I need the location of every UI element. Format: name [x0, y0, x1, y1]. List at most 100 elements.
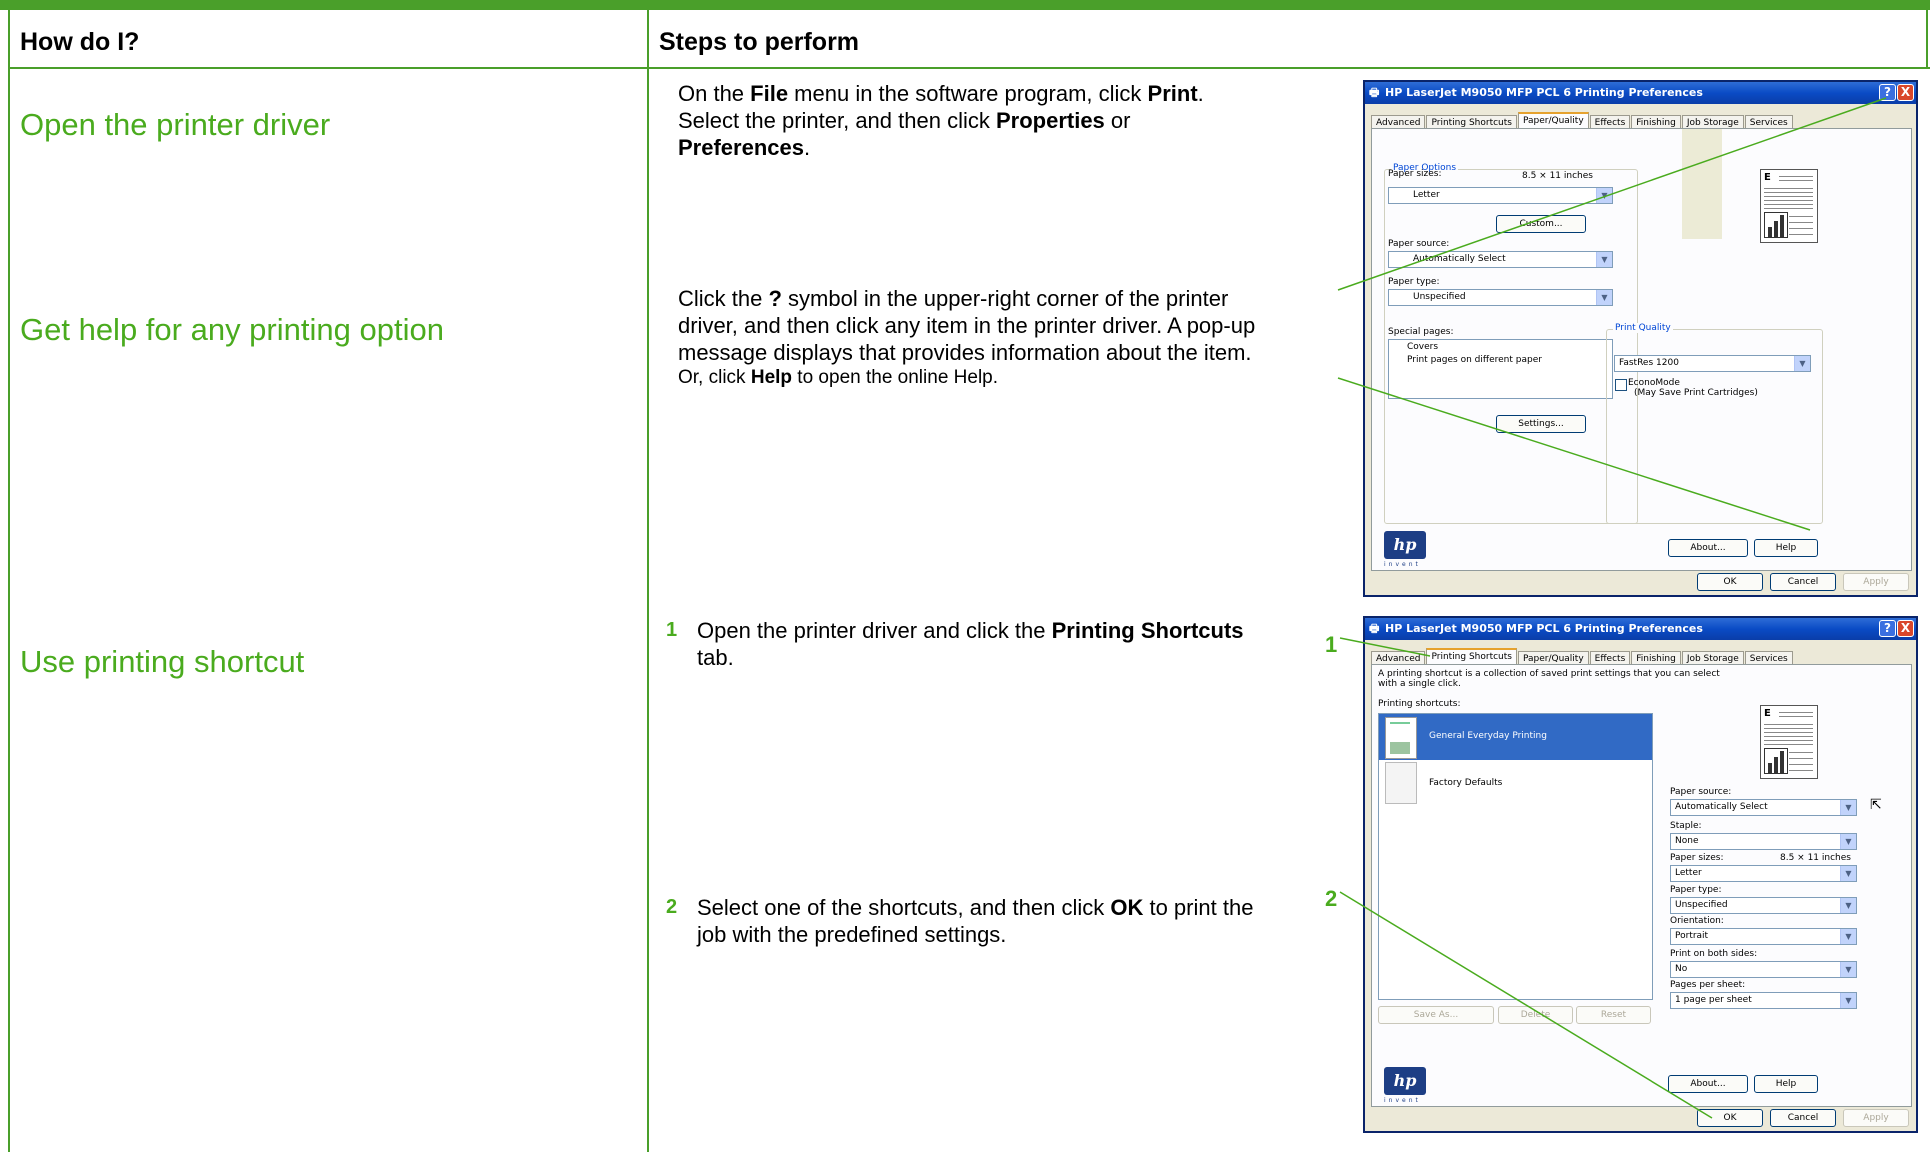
- economode-sublabel: (May Save Print Cartridges): [1634, 388, 1758, 398]
- preview-shade: [1682, 129, 1722, 239]
- chevron-down-icon: ▼: [1596, 188, 1612, 203]
- help-line4: Or, click Help to open the online Help.: [678, 367, 999, 388]
- shortcut-item-selected[interactable]: General Everyday Printing: [1379, 714, 1652, 760]
- help-question-icon[interactable]: ?: [1879, 620, 1896, 637]
- special-pages-label: Special pages:: [1388, 327, 1454, 337]
- step1-text: Open the printer driver and click the Pr…: [697, 618, 1244, 670]
- field-label-paper-sizes: Paper sizes:: [1670, 853, 1724, 863]
- print-both-sides-select[interactable]: No ▼: [1670, 961, 1857, 978]
- paper-source-label: Paper source:: [1388, 239, 1450, 249]
- chevron-down-icon: ▼: [1840, 866, 1856, 881]
- settings-button[interactable]: Settings...: [1496, 415, 1586, 433]
- get-help-steps: Click the ? symbol in the upper-right co…: [678, 285, 1338, 390]
- tab-panel: Paper Options Paper sizes: 8.5 × 11 inch…: [1371, 128, 1912, 571]
- apply-button[interactable]: Apply: [1843, 573, 1909, 591]
- chart-thumbnail-icon: [1764, 748, 1788, 774]
- chevron-down-icon: ▼: [1840, 834, 1856, 849]
- open-driver-line1: On the File menu in the software program…: [678, 81, 1204, 106]
- print-quality-select[interactable]: FastRes 1200 ▼: [1614, 355, 1811, 372]
- cancel-button[interactable]: Cancel: [1770, 1109, 1836, 1127]
- document-thumbnail-icon: [1385, 717, 1417, 759]
- help-line3: message displays that provides informati…: [678, 340, 1252, 365]
- help-question-icon[interactable]: ?: [1879, 84, 1896, 101]
- chevron-down-icon: ▼: [1840, 962, 1856, 977]
- economode-checkbox[interactable]: [1615, 379, 1627, 391]
- field-label-orientation: Orientation:: [1670, 916, 1724, 926]
- mouse-cursor-icon: ⇱: [1870, 797, 1882, 813]
- open-driver-line3: Preferences.: [678, 135, 811, 160]
- help-button[interactable]: Help: [1754, 539, 1818, 557]
- step2-number: 2: [666, 896, 678, 918]
- close-icon[interactable]: X: [1897, 620, 1914, 637]
- paper-source-select[interactable]: Automatically Select ▼: [1670, 799, 1857, 816]
- help-line2: driver, and then click any item in the p…: [678, 313, 1256, 338]
- printer-icon: 🖶: [1369, 622, 1380, 635]
- help-button[interactable]: Help: [1754, 1075, 1818, 1093]
- chevron-down-icon: ▼: [1840, 993, 1856, 1008]
- document-thumbnail-icon: [1385, 762, 1417, 804]
- chevron-down-icon: ▼: [1596, 252, 1612, 267]
- open-driver-steps: On the File menu in the software program…: [678, 80, 1318, 161]
- dialog-tabs: Advanced Printing Shortcuts Paper/Quality E…: [1371, 648, 1910, 667]
- special-page-item[interactable]: Print pages on different paper: [1407, 355, 1542, 365]
- chevron-down-icon: ▼: [1840, 800, 1856, 815]
- col2-header: Steps to perform: [659, 28, 860, 56]
- callout-1: 1: [1325, 632, 1338, 657]
- printing-preferences-dialog-paper-quality: 🖶 HP LaserJet M9050 MFP PCL 6 Printing P…: [1363, 80, 1918, 597]
- top-rule: [0, 0, 1930, 10]
- dialog-title-bar: 🖶 HP LaserJet M9050 MFP PCL 6 Printing P…: [1365, 618, 1916, 640]
- help-line1: Click the ? symbol in the upper-right co…: [678, 286, 1229, 311]
- save-as-button[interactable]: Save As...: [1378, 1006, 1494, 1024]
- shortcut-item[interactable]: Factory Defaults: [1379, 762, 1652, 806]
- chart-thumbnail-icon: [1764, 212, 1788, 238]
- special-pages-list[interactable]: Covers Print pages on different paper: [1388, 339, 1613, 399]
- step1-number: 1: [666, 619, 678, 641]
- paper-sizes-label: Paper sizes:: [1388, 169, 1442, 179]
- page-preview: E: [1760, 705, 1818, 779]
- tab-panel: A printing shortcut is a collection of s…: [1371, 664, 1912, 1107]
- field-label-pages-per-sheet: Pages per sheet:: [1670, 980, 1746, 990]
- hp-invent-text: invent: [1384, 1097, 1421, 1104]
- paper-size-select[interactable]: Letter ▼: [1670, 865, 1857, 882]
- apply-button[interactable]: Apply: [1843, 1109, 1909, 1127]
- ok-button[interactable]: OK: [1697, 1109, 1763, 1127]
- print-quality-label: Print Quality: [1613, 323, 1673, 333]
- hp-logo: hp: [1384, 1067, 1426, 1095]
- chevron-down-icon: ▼: [1596, 290, 1612, 305]
- shortcuts-label: Printing shortcuts:: [1378, 699, 1461, 709]
- paper-source-select[interactable]: Automatically Select ▼: [1388, 251, 1613, 268]
- hp-logo: hp: [1384, 531, 1426, 559]
- paper-type-select[interactable]: Unspecified ▼: [1670, 897, 1857, 914]
- custom-button[interactable]: Custom...: [1496, 215, 1586, 233]
- special-page-item[interactable]: Covers: [1407, 342, 1438, 352]
- right-border: [1926, 10, 1928, 69]
- step2-text: Select one of the shortcuts, and then cl…: [697, 895, 1254, 947]
- shortcuts-description-1: A printing shortcut is a collection of s…: [1378, 669, 1720, 679]
- orientation-select[interactable]: Portrait ▼: [1670, 928, 1857, 945]
- about-button[interactable]: About...: [1668, 1075, 1748, 1093]
- left-border: [8, 10, 10, 1152]
- delete-button[interactable]: Delete: [1498, 1006, 1573, 1024]
- open-driver-line2: Select the printer, and then click Prope…: [678, 108, 1131, 133]
- paper-size-dimensions: 8.5 × 11 inches: [1780, 853, 1851, 863]
- staple-select[interactable]: None ▼: [1670, 833, 1857, 850]
- printer-icon: 🖶: [1369, 86, 1380, 99]
- callout-2: 2: [1325, 886, 1338, 911]
- header-rule: [8, 67, 1930, 69]
- ok-button[interactable]: OK: [1697, 573, 1763, 591]
- about-button[interactable]: About...: [1668, 539, 1748, 557]
- shortcuts-description-2: with a single click.: [1378, 679, 1461, 689]
- chevron-down-icon: ▼: [1840, 898, 1856, 913]
- reset-button[interactable]: Reset: [1576, 1006, 1651, 1024]
- close-icon[interactable]: X: [1897, 84, 1914, 101]
- pages-per-sheet-select[interactable]: 1 page per sheet ▼: [1670, 992, 1857, 1009]
- field-label-paper-type: Paper type:: [1670, 885, 1722, 895]
- paper-size-select[interactable]: Letter ▼: [1388, 187, 1613, 204]
- shortcuts-list[interactable]: General Everyday Printing Factory Defaul…: [1378, 713, 1653, 1000]
- dialog-tabs: Advanced Printing Shortcuts Paper/Quality E…: [1371, 112, 1910, 131]
- dialog-title-bar: 🖶 HP LaserJet M9050 MFP PCL 6 Printing P…: [1365, 82, 1916, 104]
- paper-type-select[interactable]: Unspecified ▼: [1388, 289, 1613, 306]
- hp-invent-text: invent: [1384, 561, 1421, 568]
- cancel-button[interactable]: Cancel: [1770, 573, 1836, 591]
- paper-type-label: Paper type:: [1388, 277, 1440, 287]
